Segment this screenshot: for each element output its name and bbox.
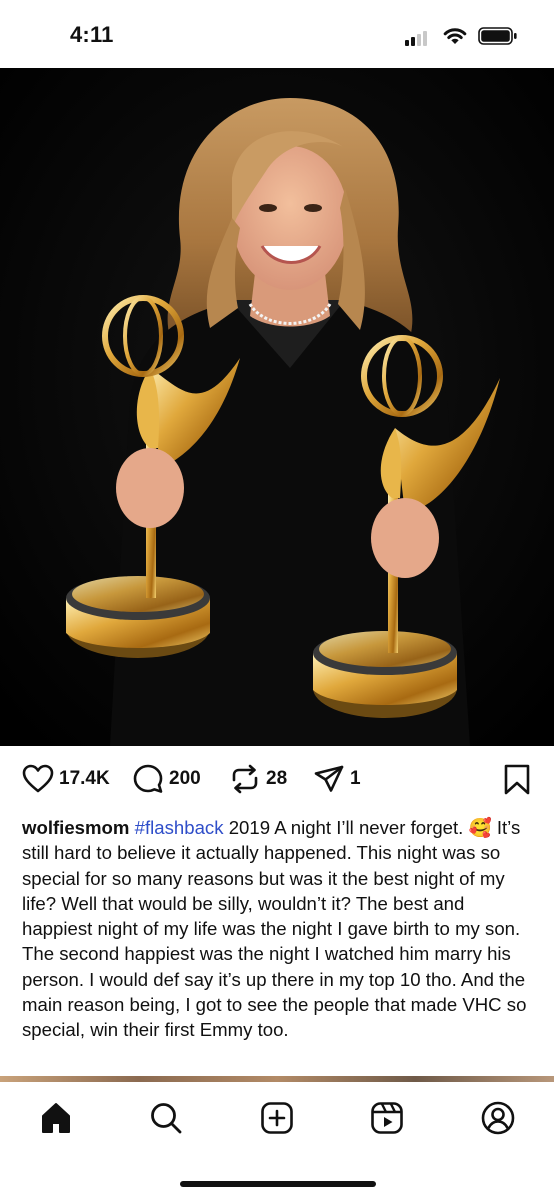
repost-count: 28 [266,768,288,789]
wifi-icon [443,28,467,44]
like-action[interactable]: 17.4K [22,764,110,794]
comment-icon[interactable] [132,764,164,794]
create-icon[interactable] [260,1101,294,1135]
repost-action[interactable]: 28 [229,764,287,794]
search-icon[interactable] [149,1101,183,1135]
post-actions: 17.4K 200 28 1 [0,746,554,812]
share-action[interactable]: 1 [313,764,361,794]
post-photo[interactable] [0,68,554,746]
caption-text-1: 2019 A night I’ll never forget. [223,817,469,838]
comment-count: 200 [169,768,201,789]
repost-icon[interactable] [229,764,261,794]
bookmark-icon[interactable] [503,764,531,796]
share-count: 1 [350,768,361,789]
share-icon[interactable] [313,764,345,794]
like-count: 17.4K [59,768,110,789]
caption-hashtag[interactable]: #flashback [135,817,224,838]
nav-reels[interactable] [369,1100,405,1136]
comment-action[interactable]: 200 [132,764,201,794]
home-icon[interactable] [39,1101,73,1135]
status-bar: 4:11 [0,0,554,68]
reels-icon[interactable] [370,1101,404,1135]
caption-username[interactable]: wolfiesmom [22,817,129,838]
nav-home[interactable] [38,1100,74,1136]
nav-search[interactable] [148,1100,184,1136]
status-time: 4:11 [70,22,114,47]
nav-create[interactable] [259,1100,295,1136]
heart-icon[interactable] [22,764,54,794]
caption-emoji: 🥰 [468,817,492,838]
caption-text-2: It’s still hard to believe it actually h… [22,817,527,1041]
battery-icon [478,27,517,45]
nav-profile[interactable] [480,1100,516,1136]
profile-icon[interactable] [481,1101,515,1135]
post-caption: wolfiesmom #flashback 2019 A night I’ll … [22,815,538,1043]
home-indicator [180,1181,376,1187]
post-image [0,68,554,746]
cellular-signal-icon [405,30,433,46]
